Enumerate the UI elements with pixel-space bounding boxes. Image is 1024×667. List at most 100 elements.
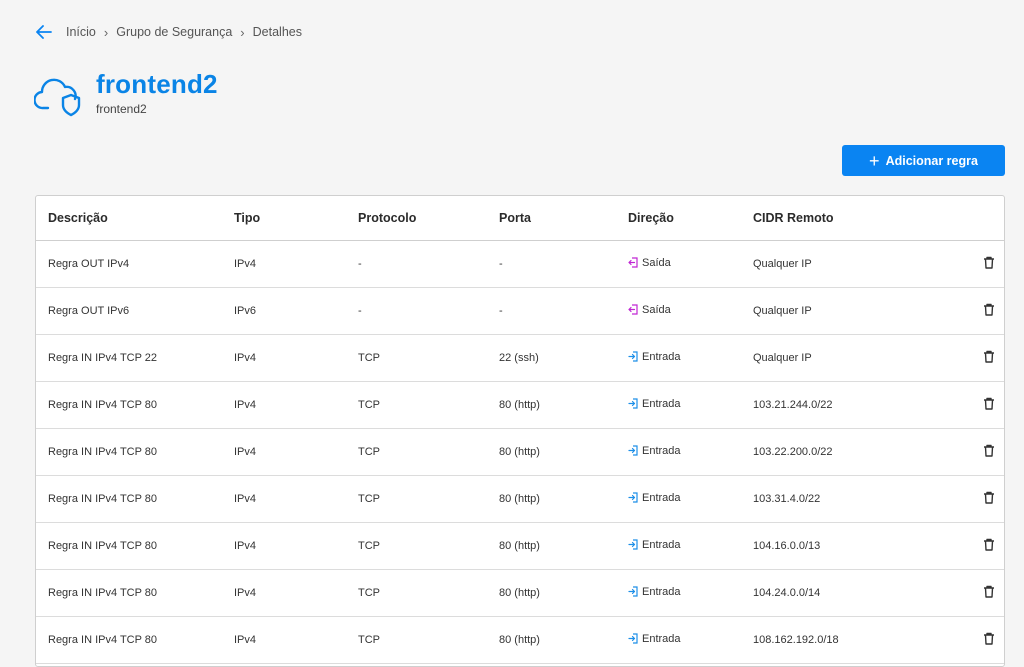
cell-protocolo: TCP [346, 616, 487, 664]
cell-direcao: Entrada [616, 475, 741, 523]
column-header-porta[interactable]: Porta [487, 196, 616, 241]
breadcrumb-security-group[interactable]: Grupo de Segurança [116, 25, 232, 39]
table-row[interactable]: Regra OUT IPv6 IPv6- - Saída Qualquer IP [36, 287, 1004, 335]
trash-icon[interactable] [983, 350, 995, 363]
table-row[interactable]: Regra IN IPv4 TCP 80 IPv4 TCP 80 (http) Entr… [36, 569, 1004, 617]
table-row[interactable]: Regra IN IPv4 TCP 80 IPv4 TCP 80 (http) Entr… [36, 522, 1004, 570]
table-row[interactable]: Regra IN IPv4 TCP 80 IPv4 TCP 80 (http) Entr… [36, 616, 1004, 664]
trash-icon[interactable] [983, 491, 995, 504]
trash-icon[interactable] [983, 444, 995, 457]
trash-icon[interactable] [983, 538, 995, 551]
cell-tipo: IPv4 [222, 616, 346, 664]
cell-actions [941, 475, 1004, 523]
cell-protocolo: - [346, 240, 487, 288]
cell-actions [941, 381, 1004, 429]
cell-direcao: Saída [616, 287, 741, 335]
cell-descricao: Regra IN IPv4 TCP 80 [36, 569, 222, 617]
direction-badge: Entrada [628, 445, 681, 457]
table-row[interactable]: Regra IN IPv4 TCP 22 IPv4 TCP 22 (ssh) Entra… [36, 334, 1004, 382]
cell-protocolo: - [346, 287, 487, 335]
table-row[interactable]: Regra OUT IPv4 IPv4- - Saída Qualquer IP [36, 240, 1004, 288]
cell-tipo: IPv4 [222, 428, 346, 476]
breadcrumb: Início › Grupo de Segurança › Detalhes [36, 22, 302, 42]
column-header-protocolo[interactable]: Protocolo [346, 196, 487, 241]
cell-descricao: Regra IN IPv4 TCP 80 [36, 381, 222, 429]
add-rule-button[interactable]: + Adicionar regra [842, 145, 1005, 176]
direction-badge: Saída [628, 304, 671, 316]
add-rule-label: Adicionar regra [885, 153, 978, 168]
direction-badge: Entrada [628, 398, 681, 410]
cell-cidr: 103.21.244.0/22 [741, 381, 941, 429]
trash-icon[interactable] [983, 256, 995, 269]
egress-icon [628, 304, 638, 315]
cell-porta: 80 (http) [487, 381, 616, 429]
cell-actions [941, 522, 1004, 570]
direction-badge: Entrada [628, 586, 681, 598]
cell-direcao: Entrada [616, 569, 741, 617]
cell-protocolo: TCP [346, 522, 487, 570]
cell-actions [941, 616, 1004, 664]
page-subtitle: frontend2 [96, 102, 147, 116]
table-row[interactable]: Regra IN IPv4 TCP 80 IPv4 TCP 80 (http) Entr… [36, 428, 1004, 476]
ingress-icon [628, 539, 638, 550]
ingress-icon [628, 492, 638, 503]
cell-direcao: Saída [616, 240, 741, 288]
cell-tipo: IPv4 [222, 522, 346, 570]
table-row[interactable]: Regra IN IPv4 TCP 80 IPv4 TCP 80 (http) Entr… [36, 475, 1004, 523]
direction-badge: Entrada [628, 633, 681, 645]
cell-tipo: IPv4 [222, 475, 346, 523]
table-row[interactable]: Regra IN IPv4 TCP 80 IPv4 TCP 80 (http) Entr… [36, 381, 1004, 429]
trash-icon[interactable] [983, 585, 995, 598]
cell-descricao: Regra OUT IPv6 [36, 287, 222, 335]
cell-tipo: IPv4 [222, 381, 346, 429]
cell-porta: - [487, 287, 616, 335]
plus-icon: + [869, 150, 880, 171]
direction-label: Entrada [642, 397, 681, 410]
column-header-direcao[interactable]: Direção [616, 196, 741, 241]
ingress-icon [628, 586, 638, 597]
cell-porta: 80 (http) [487, 616, 616, 664]
cell-descricao: Regra IN IPv4 TCP 80 [36, 475, 222, 523]
column-header-tipo[interactable]: Tipo [222, 196, 346, 241]
cell-protocolo: TCP [346, 569, 487, 617]
breadcrumb-separator-icon: › [103, 24, 109, 40]
column-header-actions [941, 196, 1004, 241]
cell-actions [941, 569, 1004, 617]
column-header-cidr[interactable]: CIDR Remoto [741, 196, 941, 241]
cell-protocolo: TCP [346, 428, 487, 476]
direction-badge: Entrada [628, 351, 681, 363]
cell-porta: 80 (http) [487, 569, 616, 617]
breadcrumb-details: Detalhes [252, 25, 302, 39]
cell-cidr: Qualquer IP [741, 240, 941, 288]
cell-cidr: Qualquer IP [741, 287, 941, 335]
trash-icon[interactable] [983, 397, 995, 410]
back-arrow-icon[interactable] [36, 24, 52, 40]
cell-direcao: Entrada [616, 334, 741, 382]
ingress-icon [628, 445, 638, 456]
column-header-descricao[interactable]: Descrição [36, 196, 222, 241]
cell-cidr: 103.31.4.0/22 [741, 475, 941, 523]
cell-cidr: Qualquer IP [741, 334, 941, 382]
cell-protocolo: TCP [346, 334, 487, 382]
ingress-icon [628, 633, 638, 644]
cell-porta: - [487, 240, 616, 288]
table-header-row: Descrição Tipo Protocolo Porta Direção C… [36, 196, 1004, 241]
cell-direcao: Entrada [616, 616, 741, 664]
cell-actions [941, 240, 1004, 288]
direction-badge: Saída [628, 257, 671, 269]
cell-protocolo: TCP [346, 381, 487, 429]
cell-actions [941, 428, 1004, 476]
egress-icon [628, 257, 638, 268]
trash-icon[interactable] [983, 303, 995, 316]
direction-label: Entrada [642, 444, 681, 457]
cell-descricao: Regra IN IPv4 TCP 22 [36, 334, 222, 382]
trash-icon[interactable] [983, 632, 995, 645]
cell-tipo: IPv4 [222, 240, 346, 288]
cell-direcao: Entrada [616, 381, 741, 429]
breadcrumb-separator-icon: › [240, 24, 245, 40]
breadcrumb-home[interactable]: Início [66, 25, 96, 39]
cell-tipo: IPv4 [222, 334, 346, 382]
direction-label: Saída [642, 256, 671, 269]
rules-table: Descrição Tipo Protocolo Porta Direção C… [35, 195, 1005, 667]
ingress-icon [628, 398, 638, 409]
